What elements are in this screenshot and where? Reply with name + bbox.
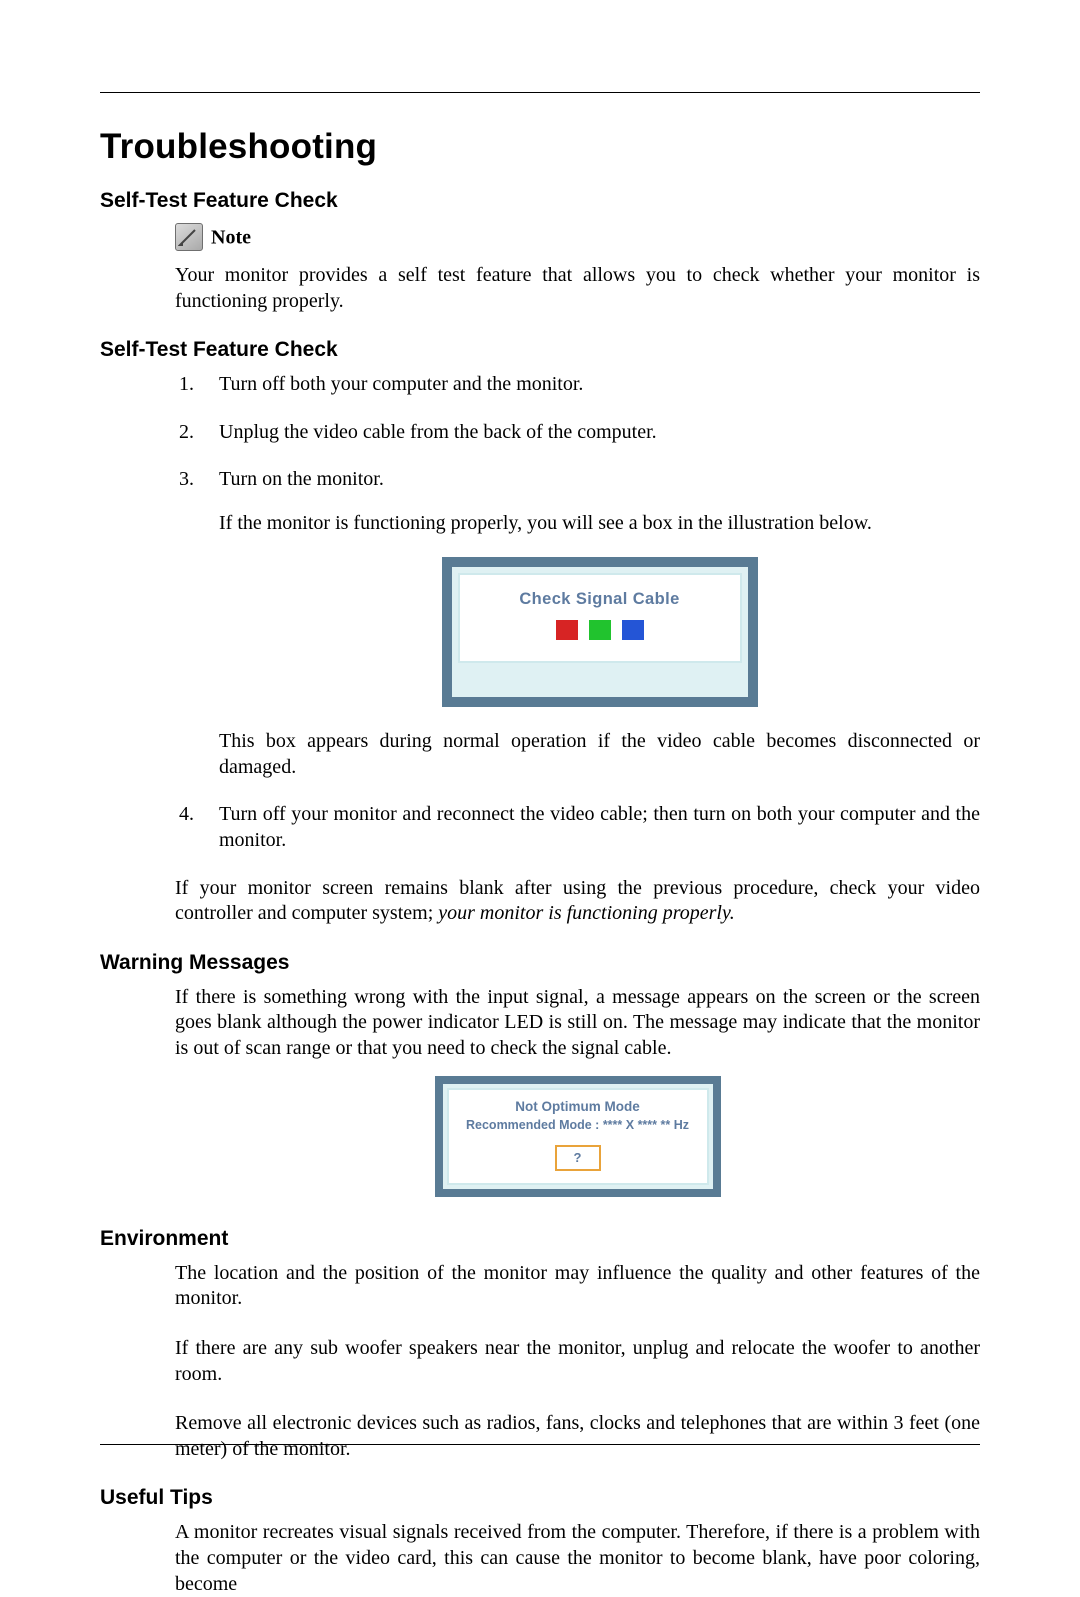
red-square [556,620,578,640]
illustration-not-optimum: Not Optimum Mode Recommended Mode : ****… [175,1076,980,1197]
warning-para: If there is something wrong with the inp… [175,985,980,1062]
section-environment: The location and the position of the mon… [175,1261,980,1463]
step-3-sub-2: This box appears during normal operation… [219,729,980,780]
heading-warning-messages: Warning Messages [100,951,980,975]
step-1: Turn off both your computer and the moni… [175,372,980,398]
blue-square [622,620,644,640]
not-optimum-line2: Recommended Mode : **** X **** ** Hz [455,1117,701,1133]
check-signal-label: Check Signal Cable [468,589,732,610]
env-p3: Remove all electronic devices such as ra… [175,1411,980,1462]
illustration-check-signal: Check Signal Cable [219,557,980,708]
step-text: Turn off your monitor and reconnect the … [219,803,980,851]
section-warning-messages: If there is something wrong with the inp… [175,985,980,1197]
step-text: Turn on the monitor. [219,468,384,490]
section-useful-tips: A monitor recreates visual signals recei… [175,1520,980,1597]
env-p2: If there are any sub woofer speakers nea… [175,1336,980,1387]
step-2: Unplug the video cable from the back of … [175,420,980,446]
bottom-rule [100,1444,980,1445]
section-self-test-2: Turn off both your computer and the moni… [175,372,980,927]
self-test-closing: If your monitor screen remains blank aft… [175,876,980,927]
heading-useful-tips: Useful Tips [100,1486,980,1510]
heading-self-test-1: Self-Test Feature Check [100,189,980,213]
tips-p1: A monitor recreates visual signals recei… [175,1520,980,1597]
heading-environment: Environment [100,1227,980,1251]
document-page: Troubleshooting Self-Test Feature Check … [100,92,980,1447]
self-test-steps: Turn off both your computer and the moni… [175,372,980,853]
note-row: Note [175,223,980,251]
rgb-squares [553,620,647,648]
heading-self-test-2: Self-Test Feature Check [100,338,980,362]
self-test-intro: Your monitor provides a self test featur… [175,263,980,314]
closing-text-b: your monitor is functioning properly. [438,902,734,924]
step-text: Turn off both your computer and the moni… [219,373,583,395]
step-text: Unplug the video cable from the back of … [219,421,657,443]
note-icon [175,223,203,251]
step-3-sub-1: If the monitor is functioning properly, … [219,511,980,537]
step-4: Turn off your monitor and reconnect the … [175,802,980,853]
step-3: Turn on the monitor. If the monitor is f… [175,467,980,780]
section-self-test-1: Note Your monitor provides a self test f… [175,223,980,314]
not-optimum-line1: Not Optimum Mode [455,1098,701,1115]
env-p1: The location and the position of the mon… [175,1261,980,1312]
green-square [589,620,611,640]
page-title: Troubleshooting [100,127,980,167]
top-rule [100,92,980,93]
note-label: Note [211,226,251,248]
not-optimum-box: ? [555,1145,601,1171]
